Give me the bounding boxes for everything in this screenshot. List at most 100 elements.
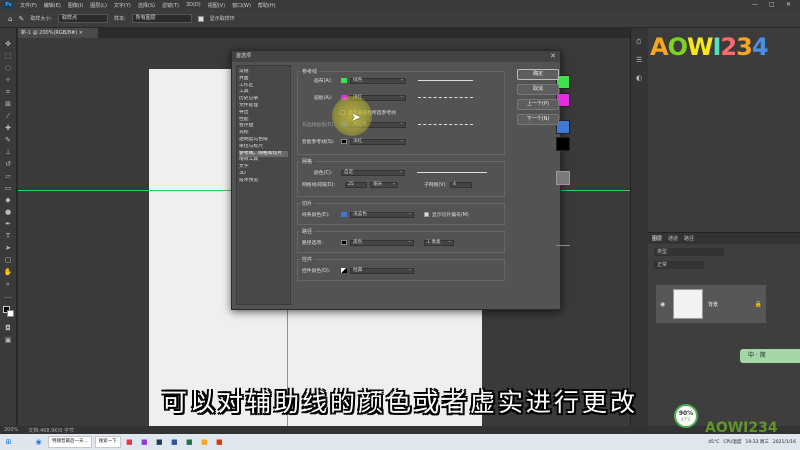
canvas-guide-swatch[interactable] [341, 78, 347, 83]
eyedropper-tool-icon[interactable]: ⁄ [3, 112, 13, 120]
layer-kind-filter[interactable]: 类型 [654, 248, 724, 256]
smart-guide-color-select[interactable]: 洋红 [350, 138, 406, 145]
category-tech-preview[interactable]: 技术预览 [239, 178, 288, 185]
taskbar-task-browser[interactable]: 特朗普最后一天... [48, 436, 92, 448]
menu-3d[interactable]: 3D(D) [186, 2, 201, 8]
category-workspace[interactable]: 工作区 [239, 83, 288, 90]
menu-file[interactable]: 文件(F) [20, 2, 37, 9]
frame-tool-icon[interactable]: ⊠ [3, 100, 13, 108]
artboard-guide-style-select[interactable] [418, 97, 473, 98]
app-icon-2[interactable]: ■ [213, 436, 226, 448]
sample-select[interactable]: 所有图层 [131, 14, 192, 23]
control-color-select[interactable]: 经典 [350, 267, 414, 274]
word-icon[interactable]: ■ [168, 436, 181, 448]
category-tools[interactable]: 工具 [239, 89, 288, 96]
screen-mode-icon[interactable]: ▣ [3, 336, 13, 344]
menu-select[interactable]: 选择(S) [138, 2, 155, 9]
grid-color-preview[interactable] [556, 171, 570, 185]
category-interface[interactable]: 界面 [239, 76, 288, 83]
home-icon[interactable]: ⌂ [8, 15, 12, 23]
taskbar-task-search[interactable]: 搜索一下 [94, 436, 121, 448]
subdivisions-input[interactable]: 4 [450, 181, 473, 188]
tray-time[interactable]: 19:33 周三 [746, 439, 769, 445]
marquee-tool-icon[interactable]: ⬚ [3, 52, 13, 60]
menu-type[interactable]: 文字(Y) [114, 2, 131, 9]
layer-row[interactable]: ◉ 背景 🔒 [656, 285, 766, 323]
foreground-color-swatch[interactable] [3, 306, 14, 317]
canvas-guide-color-select[interactable]: 绿色 [350, 77, 406, 84]
blur-tool-icon[interactable]: ◆ [3, 196, 13, 204]
grid-color-select[interactable]: 自定 [341, 169, 405, 176]
cancel-button[interactable]: 取消 [517, 84, 559, 95]
smart-guide-swatch[interactable] [341, 139, 347, 144]
category-3d[interactable]: 3D [239, 171, 288, 178]
category-plugins[interactable]: 增效工具 [239, 157, 288, 164]
quick-mask-icon[interactable]: ◘ [3, 324, 13, 332]
quick-select-tool-icon[interactable]: ✧ [3, 76, 13, 84]
category-scratch-disks[interactable]: 暂存盘 [239, 123, 288, 130]
browser-icon[interactable]: ◉ [32, 436, 45, 448]
sample-size-select[interactable]: 取样点 [58, 14, 109, 23]
show-slice-numbers-checkbox[interactable] [424, 212, 429, 217]
previous-button[interactable]: 上一个(P) [517, 99, 559, 110]
taskview-icon[interactable]: ▭ [17, 436, 30, 448]
path-width-select[interactable]: 1 像素 [424, 239, 454, 246]
healing-tool-icon[interactable]: ✚ [3, 124, 13, 132]
category-cursors[interactable]: 光标 [239, 130, 288, 137]
more-tools-icon[interactable]: … [3, 292, 13, 300]
eraser-tool-icon[interactable]: ▱ [3, 172, 13, 180]
history-brush-tool-icon[interactable]: ↺ [3, 160, 13, 168]
menu-image[interactable]: 图像(I) [68, 2, 83, 9]
menu-view[interactable]: 视图(V) [208, 2, 225, 9]
document-tab[interactable]: 新-1 @ 200%(RGB/8#) × [18, 28, 98, 38]
adjust-panel-icon[interactable]: ◐ [636, 74, 642, 82]
menu-edit[interactable]: 编辑(E) [44, 2, 61, 9]
category-performance[interactable]: 性能 [239, 117, 288, 124]
control-color-swatch[interactable] [341, 268, 347, 273]
category-type[interactable]: 文字 [239, 164, 288, 171]
stamp-tool-icon[interactable]: ⊥ [3, 148, 13, 156]
tab-layers[interactable]: 图层 [652, 235, 662, 242]
visibility-eye-icon[interactable]: ◉ [660, 301, 668, 308]
nonselected-guide-style-select[interactable] [418, 124, 473, 125]
hand-tool-icon[interactable]: ✋ [3, 268, 13, 276]
category-units-rulers[interactable]: 单位与标尺 [239, 144, 288, 151]
close-icon[interactable]: ✕ [786, 1, 791, 8]
category-guides-grid-slices[interactable]: 参考线、网格和切片 [239, 150, 288, 158]
type-tool-icon[interactable]: T [3, 232, 13, 240]
shape-tool-icon[interactable]: ▢ [3, 256, 13, 264]
category-history[interactable]: 历史记录 [239, 96, 288, 103]
menu-window[interactable]: 窗口(W) [232, 2, 251, 9]
windows-start-icon[interactable]: ⊞ [2, 436, 15, 448]
tray-date[interactable]: 2021/1/16 [773, 440, 796, 445]
gridline-input[interactable]: 25 [345, 181, 367, 188]
smart-guide-preview[interactable] [556, 137, 570, 151]
path-select-tool-icon[interactable]: ➤ [3, 244, 13, 252]
crop-tool-icon[interactable]: ⌗ [3, 88, 13, 96]
blend-mode-select[interactable]: 正常 [654, 261, 704, 269]
move-tool-icon[interactable]: ✥ [3, 40, 13, 48]
gradient-tool-icon[interactable]: ▭ [3, 184, 13, 192]
menu-filter[interactable]: 滤镜(T) [162, 2, 179, 9]
premiere-icon[interactable]: ■ [138, 436, 151, 448]
slice-color-swatch[interactable] [341, 212, 347, 217]
menu-help[interactable]: 帮助(H) [258, 2, 276, 9]
pen-tool-icon[interactable]: ✒ [3, 220, 13, 228]
show-ring-checkbox[interactable] [197, 15, 204, 22]
dialog-close-icon[interactable]: ✕ [550, 52, 556, 60]
next-button[interactable]: 下一个(N) [517, 114, 559, 125]
maximize-icon[interactable]: □ [769, 1, 775, 8]
eyedropper-icon[interactable]: ✎ [18, 15, 24, 23]
folder-icon[interactable]: ■ [198, 436, 211, 448]
gridline-unit-select[interactable]: 毫米 [370, 181, 398, 188]
minimize-icon[interactable]: — [752, 1, 758, 8]
lasso-tool-icon[interactable]: ◌ [3, 64, 13, 72]
properties-panel-icon[interactable]: ☰ [636, 56, 642, 64]
slice-color-select[interactable]: 浅蓝色 [350, 211, 414, 218]
ok-button[interactable]: 确定 [517, 69, 559, 80]
menu-layer[interactable]: 图层(L) [90, 2, 107, 9]
category-general[interactable]: 常规 [239, 69, 288, 76]
app-icon-1[interactable]: ■ [123, 436, 136, 448]
history-panel-icon[interactable]: ⏱ [636, 38, 641, 47]
photoshop-taskbar-icon[interactable]: ■ [153, 436, 166, 448]
